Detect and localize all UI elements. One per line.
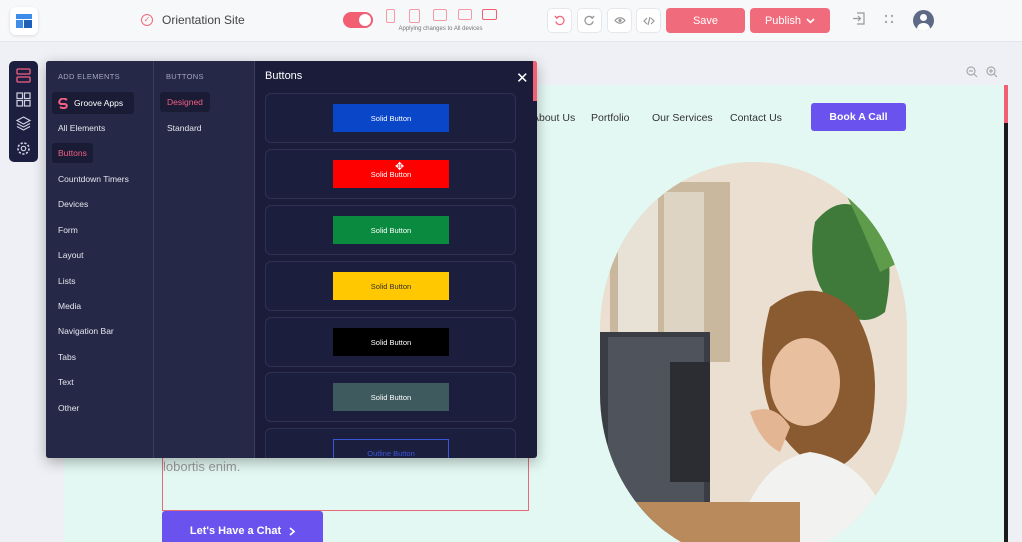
category-all-elements[interactable]: All Elements [58, 123, 105, 133]
button-template-preview: Solid Button [333, 160, 449, 188]
undo-icon [554, 15, 565, 26]
category-navigation-bar[interactable]: Navigation Bar [58, 326, 114, 336]
category-tabs[interactable]: Tabs [58, 352, 76, 362]
category-other[interactable]: Other [58, 403, 79, 413]
button-template-preview: Solid Button [333, 328, 449, 356]
button-template-preview: Outline Button [333, 439, 449, 458]
tablet-device-icon[interactable] [409, 9, 420, 23]
button-template-card[interactable]: Solid Button [265, 93, 516, 143]
category-buttons[interactable]: Buttons [52, 143, 93, 163]
add-elements-icon[interactable] [16, 68, 31, 83]
chat-button[interactable]: Let's Have a Chat [162, 511, 323, 542]
button-template-preview: Solid Button [333, 216, 449, 244]
save-button[interactable]: Save [666, 8, 745, 33]
button-subcategories: BUTTONS Designed Standard [154, 61, 255, 458]
add-elements-heading: ADD ELEMENTS [58, 72, 120, 81]
button-template-card[interactable]: Solid Button [265, 317, 516, 367]
button-template-card[interactable]: Solid Button [265, 261, 516, 311]
publish-label: Publish [764, 14, 802, 27]
move-cursor-icon: ✥ [395, 161, 405, 173]
tablet-landscape-icon[interactable] [433, 9, 447, 21]
zoom-out-icon[interactable] [966, 66, 978, 81]
user-avatar[interactable] [913, 10, 934, 31]
publish-button[interactable]: Publish [750, 8, 830, 33]
code-icon [642, 16, 655, 25]
eye-icon [613, 17, 626, 24]
close-panel-icon[interactable]: ✕ [516, 69, 529, 87]
apply-devices-text: Applying changes to All devices [398, 26, 483, 32]
canvas-scrollbar[interactable] [1004, 85, 1008, 542]
sections-grid-icon[interactable] [16, 92, 31, 107]
category-media[interactable]: Media [58, 301, 81, 311]
button-template-preview: Solid Button [333, 383, 449, 411]
app-logo-icon[interactable] [10, 7, 38, 35]
category-layout[interactable]: Layout [58, 250, 84, 260]
preview-title: Buttons [265, 70, 303, 82]
category-label: Groove Apps [74, 98, 124, 108]
button-template-card[interactable]: Outline Button [265, 428, 516, 458]
layers-icon[interactable] [16, 116, 31, 131]
element-categories: ADD ELEMENTS Groove Apps All Elements Bu… [46, 61, 154, 458]
panel-scrollbar-thumb[interactable] [533, 61, 537, 101]
category-form[interactable]: Form [58, 225, 78, 235]
exit-icon[interactable] [852, 12, 865, 28]
hero-photo[interactable] [600, 162, 907, 542]
settings-gear-icon[interactable] [16, 141, 31, 156]
laptop-device-icon[interactable] [458, 9, 472, 20]
category-text[interactable]: Text [58, 377, 74, 387]
mobile-device-icon[interactable] [386, 9, 395, 23]
site-nav-portfolio[interactable]: Portfolio [591, 112, 630, 124]
category-countdown-timers[interactable]: Countdown Timers [58, 174, 129, 184]
subcategory-designed[interactable]: Designed [160, 92, 210, 112]
button-template-card[interactable]: Solid Button [265, 205, 516, 255]
preview-button[interactable] [607, 8, 632, 33]
site-nav-services[interactable]: Our Services [652, 112, 713, 124]
site-title[interactable]: Orientation Site [162, 13, 245, 27]
button-template-card[interactable]: Solid Button [265, 372, 516, 422]
site-status-check-icon: ✓ [141, 14, 153, 26]
all-devices-toggle[interactable] [343, 12, 373, 28]
chevron-right-icon [289, 526, 296, 536]
subcategory-standard[interactable]: Standard [167, 123, 202, 133]
button-template-card[interactable]: Solid Button [265, 149, 516, 199]
groove-logo-icon [58, 97, 68, 109]
site-nav-about[interactable]: About Us [532, 112, 575, 124]
button-template-preview: Solid Button [333, 104, 449, 132]
chat-button-label: Let's Have a Chat [189, 525, 282, 537]
category-groove-apps[interactable]: Groove Apps [52, 92, 134, 114]
redo-icon [584, 15, 595, 26]
button-template-preview: Solid Button [333, 272, 449, 300]
chevron-down-icon [806, 17, 815, 24]
book-call-button[interactable]: Book A Call [811, 103, 906, 131]
buttons-heading: BUTTONS [166, 72, 204, 81]
category-devices[interactable]: Devices [58, 199, 88, 209]
redo-button[interactable] [577, 8, 602, 33]
category-lists[interactable]: Lists [58, 276, 75, 286]
canvas-scrollbar-thumb[interactable] [1004, 85, 1008, 123]
undo-button[interactable] [547, 8, 572, 33]
top-bar: ✓ Orientation Site Applying changes to A… [0, 0, 1022, 42]
desktop-device-icon[interactable] [482, 9, 497, 20]
code-button[interactable] [636, 8, 661, 33]
left-toolbar [9, 61, 38, 162]
zoom-in-icon[interactable] [986, 66, 998, 81]
hero-body-text[interactable]: lobortis enim. [163, 459, 240, 474]
site-nav-contact[interactable]: Contact Us [730, 112, 782, 124]
add-elements-panel: ADD ELEMENTS Groove Apps All Elements Bu… [46, 61, 537, 458]
grid-dots-icon[interactable] [884, 12, 894, 27]
